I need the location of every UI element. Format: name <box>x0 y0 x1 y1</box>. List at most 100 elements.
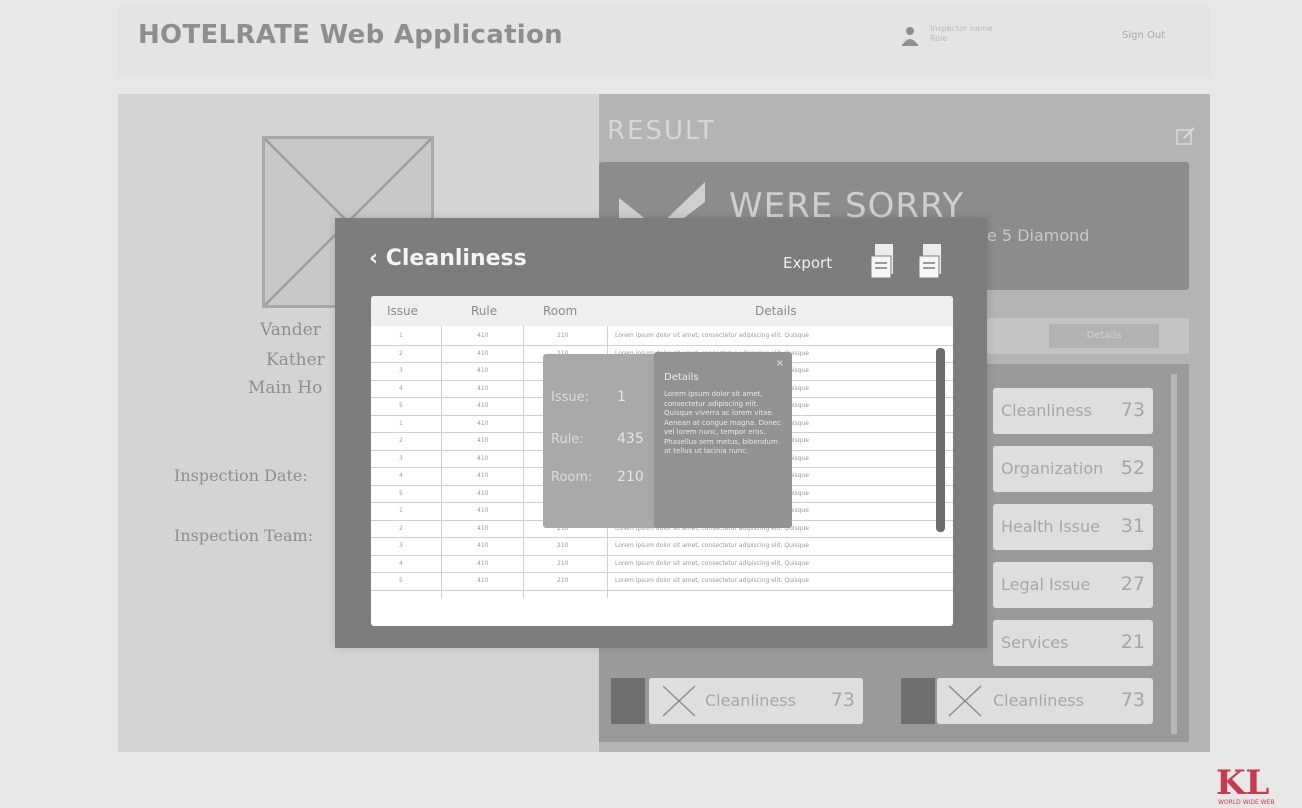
issue-cell: 3 <box>399 367 403 374</box>
issue-cell: 1 <box>399 332 403 339</box>
category-label: Health Issue <box>1001 517 1100 536</box>
issue-cell: 4 <box>399 384 403 392</box>
result-title: RESULT <box>607 116 716 146</box>
hotel-address-line: Main Ho <box>248 378 323 398</box>
table-header: Issue Rule Room Details <box>371 296 953 326</box>
back-button[interactable]: ‹ Cleanliness <box>369 246 527 271</box>
hotel-name-line: Vander <box>260 320 321 340</box>
category-label: Legal Issue <box>1001 575 1091 594</box>
category-count: 52 <box>1120 457 1145 479</box>
table-row[interactable]: 1 410 210 Lorem ipsum dolor sit amet, conse… <box>371 327 953 345</box>
close-icon[interactable]: × <box>776 358 784 369</box>
diamond-rating-text: e 5 Diamond <box>987 226 1090 245</box>
category-card[interactable]: Services 21 <box>993 620 1153 666</box>
column-header-room[interactable]: Room <box>543 304 577 318</box>
placeholder-x-icon <box>662 685 696 717</box>
rule-cell: 410 <box>477 524 489 532</box>
rule-cell: 410 <box>477 489 489 497</box>
room-cell: 210 <box>557 542 569 549</box>
category-scrollbar[interactable] <box>1171 374 1177 734</box>
category-count: 73 <box>830 689 855 711</box>
rule-cell: 410 <box>477 384 489 392</box>
app-header: HOTELRATE Web Application Inspector name… <box>118 6 1210 78</box>
inspection-date-label: Inspection Date: <box>174 466 308 485</box>
user-role: Role <box>930 34 948 43</box>
issue-cell: 5 <box>399 402 403 409</box>
placeholder-x-icon <box>948 685 982 717</box>
details-button[interactable]: Details <box>1049 324 1159 348</box>
column-header-details[interactable]: Details <box>755 304 797 318</box>
category-label: Cleanliness <box>1001 401 1092 420</box>
category-card[interactable]: Legal Issue 27 <box>993 562 1153 608</box>
room-cell: 210 <box>557 559 569 567</box>
export-doc-icon[interactable] <box>919 244 943 280</box>
kl-logo: KL WORLD WIDE WEB <box>1216 763 1275 806</box>
category-card[interactable]: Cleanliness 73 <box>649 678 863 724</box>
issue-label: Issue: <box>551 390 589 405</box>
table-row[interactable]: 3 410 210 Lorem ipsum dolor sit amet, conse… <box>371 537 953 555</box>
rule-cell: 410 <box>477 332 489 339</box>
table-row[interactable]: 5 410 210 Lorem ipsum dolor sit amet, conse… <box>371 572 953 590</box>
app-title: HOTELRATE Web Application <box>138 20 563 50</box>
issue-cell: 3 <box>399 542 403 549</box>
signout-link[interactable]: Sign Out <box>1122 30 1165 41</box>
rule-cell: 410 <box>477 454 489 462</box>
category-card[interactable]: Health Issue 31 <box>993 504 1153 550</box>
user-icon[interactable] <box>902 26 918 46</box>
logo-subtitle: WORLD WIDE WEB <box>1218 799 1275 806</box>
details-cell: Lorem ipsum dolor sit amet, consectetur … <box>615 542 809 549</box>
rule-cell: 410 <box>477 419 489 427</box>
room-cell: 210 <box>557 332 569 339</box>
rule-cell: 410 <box>477 507 489 514</box>
category-swatch <box>611 678 645 724</box>
issue-cell: 4 <box>399 472 403 479</box>
rule-cell: 410 <box>477 559 489 567</box>
export-pdf-icon[interactable] <box>871 244 895 280</box>
category-count: 27 <box>1120 573 1145 595</box>
issue-cell: 4 <box>399 559 403 567</box>
row-divider <box>371 589 953 591</box>
edit-icon[interactable] <box>1176 126 1196 146</box>
category-count: 21 <box>1120 631 1145 653</box>
issue-cell: 1 <box>399 419 403 427</box>
chevron-left-icon: ‹ <box>369 246 379 271</box>
category-card[interactable]: Cleanliness 73 <box>993 388 1153 434</box>
rule-label: Rule: <box>551 432 584 447</box>
category-card[interactable]: Cleanliness 73 <box>937 678 1153 724</box>
category-card[interactable]: Organization 52 <box>993 446 1153 492</box>
category-count: 31 <box>1120 515 1145 537</box>
rule-cell: 410 <box>477 577 489 584</box>
details-text: Lorem ipsum dolor sit amet, consectetur … <box>664 390 781 455</box>
column-header-issue[interactable]: Issue <box>387 304 418 318</box>
table-row[interactable]: 4 410 210 Lorem ipsum dolor sit amet, conse… <box>371 555 953 573</box>
column-header-rule[interactable]: Rule <box>471 304 497 318</box>
issue-cell: 3 <box>399 454 403 462</box>
inspection-team-label: Inspection Team: <box>174 526 314 545</box>
issue-value: 1 <box>617 389 626 405</box>
issue-cell: 5 <box>399 489 403 497</box>
rule-cell: 410 <box>477 472 489 479</box>
details-cell: Lorem ipsum dolor sit amet, consectetur … <box>615 559 809 567</box>
rule-value: 435 <box>617 431 644 447</box>
category-label: Organization <box>1001 459 1104 478</box>
user-name: Inspector name <box>930 24 993 33</box>
details-title: Details <box>664 372 699 383</box>
category-count: 73 <box>1120 399 1145 421</box>
rule-cell: 410 <box>477 367 489 374</box>
export-label: Export <box>783 254 833 272</box>
details-popup: × Details Lorem ipsum dolor sit amet, co… <box>654 352 792 528</box>
hotel-name-line: Kather <box>266 350 325 370</box>
issue-cell: 5 <box>399 577 403 584</box>
rule-cell: 410 <box>477 542 489 549</box>
room-value: 210 <box>617 469 644 485</box>
room-label: Room: <box>551 470 593 485</box>
table-scrollbar[interactable] <box>936 348 945 532</box>
modal-title: Cleanliness <box>385 246 527 271</box>
category-label: Cleanliness <box>705 691 796 710</box>
category-label: Services <box>1001 633 1069 652</box>
room-cell: 210 <box>557 577 569 584</box>
rule-cell: 410 <box>477 349 489 357</box>
category-swatch <box>901 678 935 724</box>
rule-cell: 410 <box>477 437 489 444</box>
issue-cell: 2 <box>399 349 403 357</box>
